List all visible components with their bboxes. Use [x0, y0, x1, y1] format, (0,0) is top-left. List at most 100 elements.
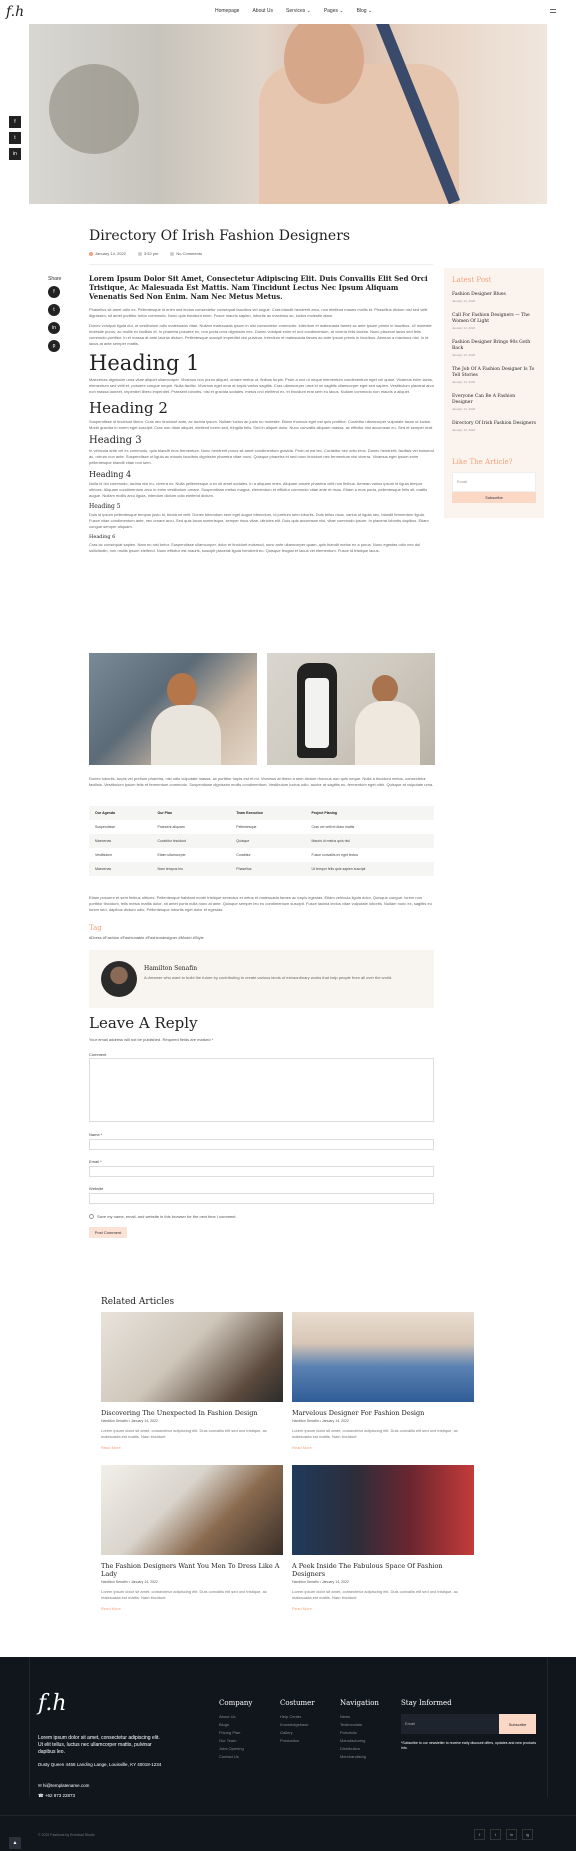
related-card[interactable]: A Peek Inside The Fabulous Space Of Fash… — [292, 1465, 474, 1611]
footer-logo[interactable]: f.h — [38, 1691, 67, 1716]
sidebar-post-title[interactable]: Directory Of Irish Fashion Designers — [452, 421, 536, 427]
nav-item-blog[interactable]: Blog ⌄ — [357, 8, 373, 14]
footer-email[interactable]: ✉ hi@templatename.com — [38, 1783, 89, 1789]
sidebar-post[interactable]: The Job Of A Fashion Designer Is To Tell… — [452, 367, 536, 384]
sidebar: Latest Post Fashion Designer Blues Janua… — [444, 268, 544, 518]
related-card-title[interactable]: Discovering The Unexpected In Fashion De… — [101, 1409, 283, 1417]
footer-link[interactable]: Jobs Opening — [219, 1745, 252, 1753]
nav-item-services[interactable]: Services ⌄ — [286, 8, 311, 14]
sidebar-post-title[interactable]: Fashion Designer Blues — [452, 292, 536, 298]
sidebar-post[interactable]: Everyone Can Be A Fashion Designer Janua… — [452, 394, 536, 411]
footer-instagram-icon[interactable]: ig — [522, 1829, 533, 1840]
footer-link[interactable]: Portofolio — [340, 1729, 379, 1737]
sidebar-subscribe-button[interactable]: Subscribe — [452, 492, 536, 503]
related-card-excerpt: Lorem ipsum dolor sit amet, consectetur … — [101, 1589, 267, 1600]
linkedin-icon[interactable]: in — [9, 148, 21, 160]
paragraph: Suspendisse id tincidunt libero. Cras ne… — [89, 419, 434, 430]
footer-phone[interactable]: ☎ +62 873 22873 — [38, 1793, 75, 1799]
post-comment-button[interactable]: Post Comment — [89, 1227, 127, 1238]
comment-textarea[interactable] — [89, 1058, 434, 1122]
footer-social: f t in ig — [474, 1829, 533, 1840]
post-content-after: Donec lobortis, turpis vel pretium phare… — [89, 776, 434, 792]
table-header: Our Agenda — [95, 811, 115, 815]
read-more-link[interactable]: Read More — [292, 1445, 474, 1450]
footer-subscribe-button[interactable]: Subscribe — [499, 1714, 536, 1734]
related-card-image[interactable] — [101, 1465, 283, 1555]
footer-link[interactable]: Testimonials — [340, 1721, 379, 1729]
paragraph: Nulla id dui commodo, lacinia nisl eu, v… — [89, 481, 428, 498]
footer-link[interactable]: About Us — [219, 1713, 252, 1721]
main-nav: Homepage About Us Services ⌄ Pages ⌄ Blo… — [215, 8, 372, 14]
read-more-link[interactable]: Read More — [101, 1445, 283, 1450]
footer-link[interactable]: Contact Us — [219, 1753, 252, 1761]
share-facebook-icon[interactable]: f — [48, 286, 60, 298]
author-name[interactable]: Hamilton Senafin — [144, 965, 197, 972]
sidebar-email-input[interactable]: Email — [452, 472, 536, 492]
twitter-icon[interactable]: t — [9, 132, 21, 144]
nav-item-about[interactable]: About Us — [252, 8, 273, 14]
sidebar-post[interactable]: Directory Of Irish Fashion Designers Jan… — [452, 421, 536, 432]
website-field[interactable] — [89, 1193, 434, 1204]
related-card[interactable]: Discovering The Unexpected In Fashion De… — [101, 1312, 283, 1450]
sidebar-post-title[interactable]: The Job Of A Fashion Designer Is To Tell… — [452, 367, 536, 379]
footer-facebook-icon[interactable]: f — [474, 1829, 485, 1840]
related-card-image[interactable] — [101, 1312, 283, 1402]
footer-link[interactable]: Blogs — [219, 1721, 252, 1729]
post-comments[interactable]: No Comments — [170, 251, 202, 256]
related-card-meta: Hamilton Senafin • January 14, 2022 — [292, 1580, 349, 1584]
copyright: © 2022 Fashions by Envirtual Studio — [38, 1833, 95, 1837]
footer-link[interactable]: News — [340, 1713, 379, 1721]
footer-link[interactable]: Production — [280, 1737, 315, 1745]
footer-link[interactable]: Our Team — [219, 1737, 252, 1745]
tag-list[interactable]: #Dress #Fashion #Fashionable #Fashiondes… — [89, 935, 204, 940]
footer-link[interactable]: Manufacturing — [340, 1737, 379, 1745]
menu-icon[interactable] — [550, 9, 556, 13]
sidebar-post[interactable]: Call For Fashion Designers — The Women O… — [452, 313, 536, 330]
sidebar-post-title[interactable]: Call For Fashion Designers — The Women O… — [452, 313, 536, 325]
footer-link[interactable]: Knowledgebase — [280, 1721, 315, 1729]
related-card-title[interactable]: Marvelous Designer For Fashion Design — [292, 1409, 474, 1417]
read-more-link[interactable]: Read More — [101, 1606, 283, 1611]
share-pinterest-icon[interactable]: p — [48, 340, 60, 352]
agenda-table: Our Agenda Our Plan Team Execution Proje… — [89, 806, 434, 876]
table-cell: Quisque — [236, 839, 250, 843]
nav-item-homepage[interactable]: Homepage — [215, 8, 239, 14]
footer-link[interactable]: Merchandising — [340, 1753, 379, 1761]
footer-link[interactable]: Distribution — [340, 1745, 379, 1753]
heading-1: Heading 1 — [89, 351, 200, 375]
read-more-link[interactable]: Read More — [292, 1606, 474, 1611]
related-card-title[interactable]: A Peek Inside The Fabulous Space Of Fash… — [292, 1562, 474, 1578]
checkbox-icon[interactable] — [89, 1214, 94, 1219]
table-cell: Mauris id metus quis nisl — [311, 839, 350, 843]
email-field[interactable] — [89, 1166, 434, 1177]
facebook-icon[interactable]: f — [9, 116, 21, 128]
share-twitter-icon[interactable]: t — [48, 304, 60, 316]
name-field[interactable] — [89, 1139, 434, 1150]
related-card-title[interactable]: The Fashion Designers Want You Men To Dr… — [101, 1562, 283, 1578]
footer-twitter-icon[interactable]: t — [490, 1829, 501, 1840]
site-logo[interactable]: f.h — [6, 4, 24, 20]
sidebar-post[interactable]: Fashion Designer Brings 90s Goth Back Ja… — [452, 340, 536, 357]
footer-link[interactable]: Help Center — [280, 1713, 315, 1721]
website-label: Website — [89, 1186, 104, 1191]
footer-link[interactable]: Pricing Plan — [219, 1729, 252, 1737]
related-card-image[interactable] — [292, 1465, 474, 1555]
table-cell: Fusce convallis ex eget lectus — [311, 853, 359, 857]
nav-item-pages[interactable]: Pages ⌄ — [324, 8, 344, 14]
save-info-checkbox[interactable]: Save my name, email, and website in this… — [89, 1214, 237, 1219]
sidebar-post[interactable]: Fashion Designer Blues January 14, 2022 — [452, 292, 536, 303]
footer-linkedin-icon[interactable]: in — [506, 1829, 517, 1840]
footer-col-costumer: Costumer Help Center Knowledgebase Galle… — [280, 1699, 315, 1745]
sidebar-post-date: January 14, 2022 — [452, 299, 476, 303]
related-card[interactable]: Marvelous Designer For Fashion Design Ha… — [292, 1312, 474, 1450]
heading-5: Heading 5 — [89, 503, 121, 510]
footer-address: Dusty Queen 4455 Landing Lange, Louisvil… — [38, 1762, 162, 1767]
related-card-image[interactable] — [292, 1312, 474, 1402]
footer-link[interactable]: Gallery — [280, 1729, 315, 1737]
share-linkedin-icon[interactable]: in — [48, 322, 60, 334]
sidebar-post-title[interactable]: Everyone Can Be A Fashion Designer — [452, 394, 536, 406]
back-to-top-button[interactable]: ▲ — [9, 1837, 21, 1849]
footer-email-input[interactable]: Email — [401, 1714, 499, 1734]
sidebar-post-title[interactable]: Fashion Designer Brings 90s Goth Back — [452, 340, 536, 352]
related-card[interactable]: The Fashion Designers Want You Men To Dr… — [101, 1465, 283, 1611]
